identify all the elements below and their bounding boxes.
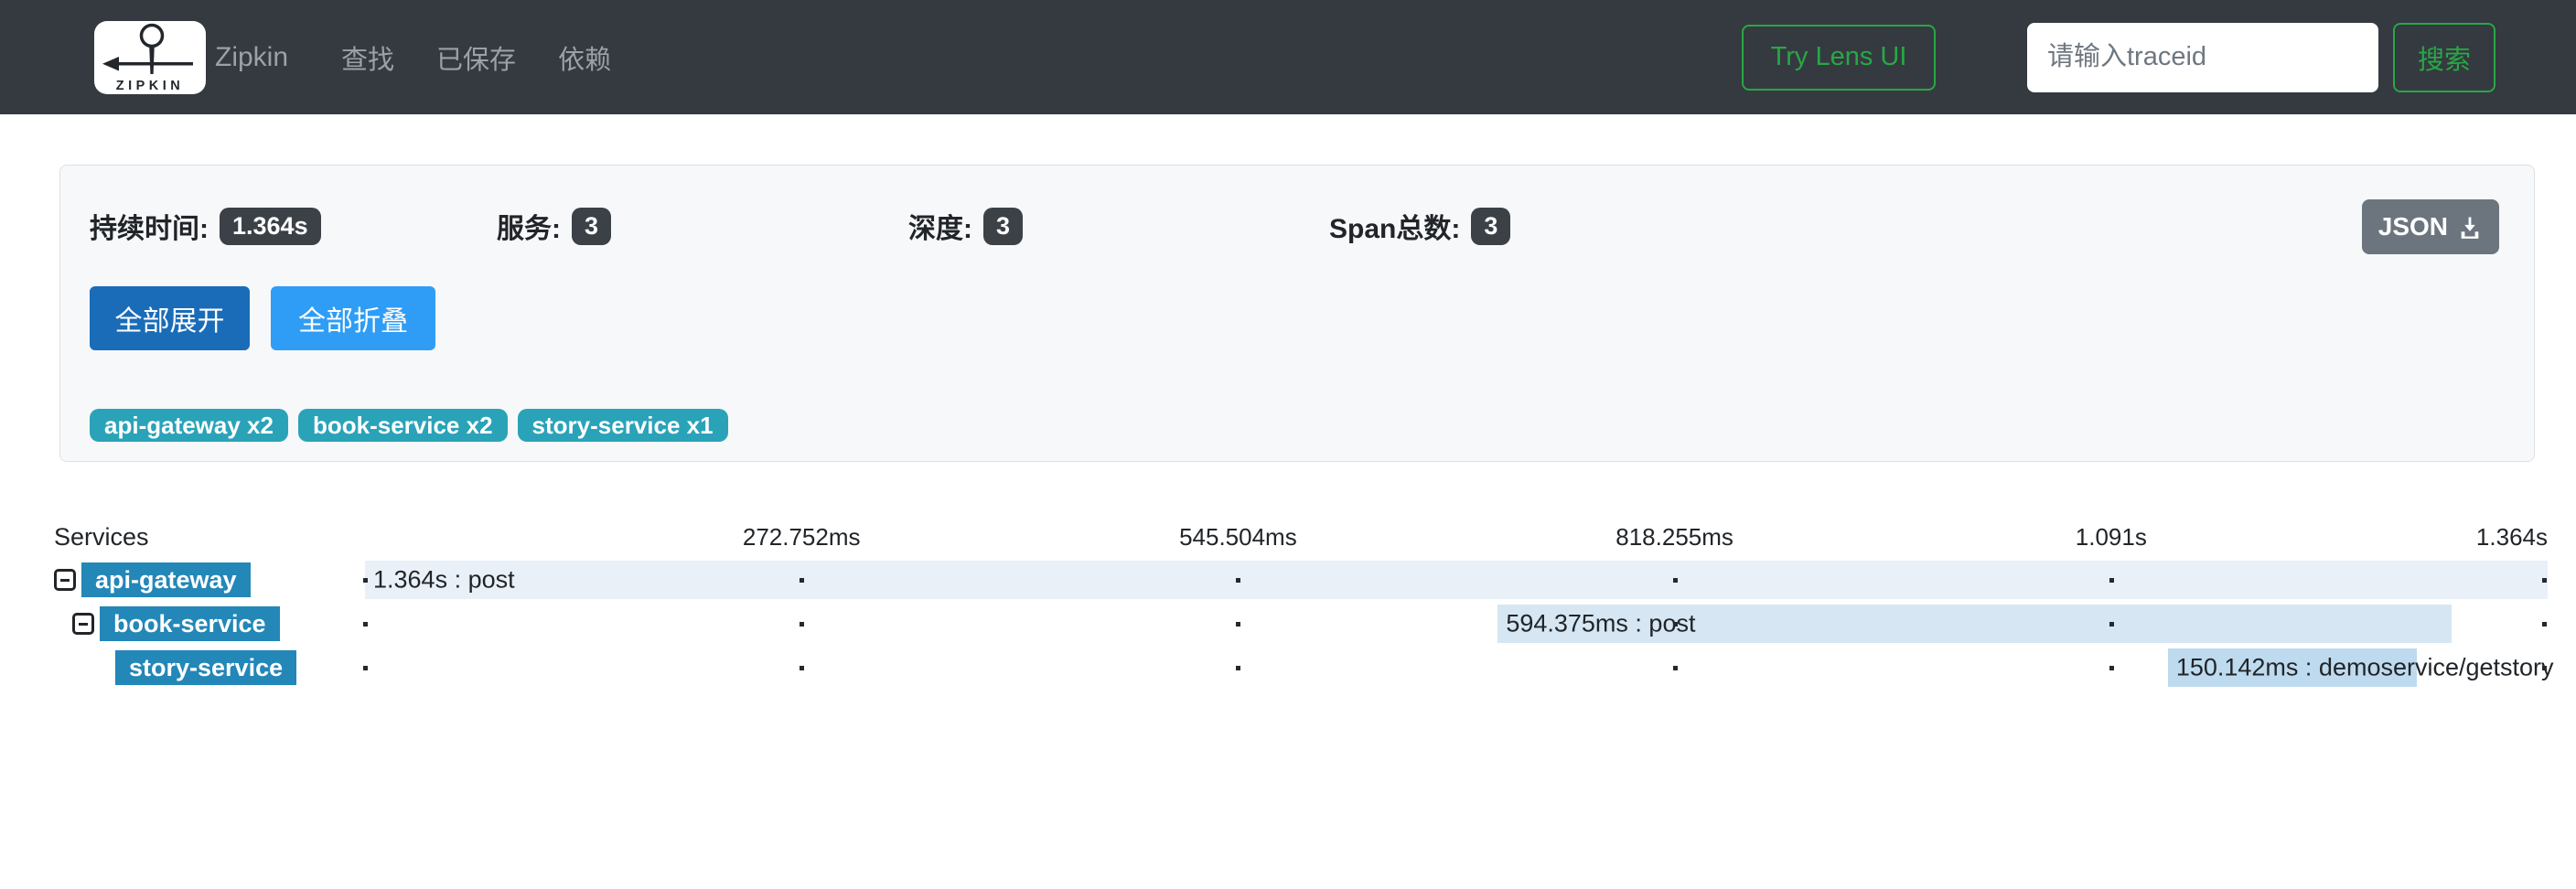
tick-dot xyxy=(2542,622,2547,627)
expand-collapse-actions: 全部展开 全部折叠 xyxy=(90,286,2499,350)
stat-services-label: 服务: xyxy=(497,206,561,246)
tick-dot xyxy=(800,622,804,627)
row-timeline: 1.364s : post xyxy=(365,561,2548,599)
trace-stats: 持续时间: 1.364s 服务: 3 深度: 3 Span总数: 3 xyxy=(90,198,2499,253)
service-chip-story-service[interactable]: story-service xyxy=(115,650,296,685)
tick-dot xyxy=(800,578,804,583)
stat-depth: 深度: 3 xyxy=(908,206,1329,246)
trace-timeline: Services 272.752ms 545.504ms 818.255ms 1… xyxy=(54,522,2548,687)
nav-links: 查找 已保存 依赖 xyxy=(341,38,611,77)
service-tag-api-gateway[interactable]: api-gateway x2 xyxy=(90,409,288,442)
tick-dot xyxy=(1673,578,1678,583)
service-tag-book-service[interactable]: book-service x2 xyxy=(298,409,508,442)
expand-all-button[interactable]: 全部展开 xyxy=(90,286,250,350)
stat-depth-value: 3 xyxy=(983,208,1023,245)
service-tag-story-service[interactable]: story-service x1 xyxy=(518,409,728,442)
tick-dot xyxy=(1673,622,1678,627)
json-download-button[interactable]: JSON xyxy=(2362,199,2499,254)
span-bar-label: 1.364s : post xyxy=(365,566,515,594)
tick-dot xyxy=(1236,622,1240,627)
tick-dot xyxy=(363,622,368,627)
navbar: ZIPKIN Zipkin 查找 已保存 依赖 Try Lens UI 搜索 xyxy=(0,0,2576,114)
span-row-book-service: book-service 594.375ms : post xyxy=(54,605,2548,643)
service-cell: api-gateway xyxy=(54,561,365,599)
json-button-label: JSON xyxy=(2378,212,2448,241)
span-bar-label: 594.375ms : post xyxy=(1497,610,1695,638)
tick-dot xyxy=(2109,622,2114,627)
tick-dot xyxy=(2109,578,2114,583)
tick-dot xyxy=(2109,666,2114,670)
zipkin-pin-icon: ZIPKIN xyxy=(94,21,206,94)
tick-label: 1.091s xyxy=(2076,523,2147,552)
stat-duration-label: 持续时间: xyxy=(90,206,209,246)
nav-item-find[interactable]: 查找 xyxy=(341,38,394,77)
service-chip-book-service[interactable]: book-service xyxy=(100,606,280,641)
stat-span-total-value: 3 xyxy=(1471,208,1510,245)
service-cell: story-service xyxy=(54,648,365,687)
row-timeline: 150.142ms : demoservice/getstory xyxy=(365,648,2548,687)
collapse-all-button[interactable]: 全部折叠 xyxy=(271,286,435,350)
brand-label[interactable]: Zipkin xyxy=(215,42,288,73)
nav-item-dependencies[interactable]: 依赖 xyxy=(558,38,611,77)
span-rows: api-gateway 1.364s : post book-service 5… xyxy=(54,561,2548,687)
services-column-header: Services xyxy=(54,523,365,552)
zipkin-logo[interactable]: ZIPKIN xyxy=(94,21,206,94)
stat-span-total: Span总数: 3 xyxy=(1329,206,1510,246)
tick-dot xyxy=(1673,666,1678,670)
span-bar[interactable] xyxy=(365,561,2548,599)
stat-span-total-label: Span总数: xyxy=(1329,206,1460,246)
service-chip-api-gateway[interactable]: api-gateway xyxy=(81,562,251,597)
logo-wordmark: ZIPKIN xyxy=(116,79,185,93)
navbar-right: Try Lens UI 搜索 xyxy=(1742,23,2496,92)
tick-dot xyxy=(363,578,368,583)
tick-dot xyxy=(800,666,804,670)
try-lens-ui-button[interactable]: Try Lens UI xyxy=(1742,25,1936,91)
stat-services: 服务: 3 xyxy=(497,206,908,246)
trace-summary-card: 持续时间: 1.364s 服务: 3 深度: 3 Span总数: 3 JSON … xyxy=(59,165,2535,462)
stat-duration-value: 1.364s xyxy=(220,208,321,245)
tick-label: 545.504ms xyxy=(1179,523,1297,552)
tick-label: 1.364s xyxy=(2476,523,2548,552)
tick-label: 272.752ms xyxy=(743,523,861,552)
span-row-story-service: story-service 150.142ms : demoservice/ge… xyxy=(54,648,2548,687)
tick-dot xyxy=(2542,578,2547,583)
tick-dot xyxy=(363,666,368,670)
tick-dot xyxy=(1236,666,1240,670)
row-timeline: 594.375ms : post xyxy=(365,605,2548,643)
service-cell: book-service xyxy=(54,605,365,643)
stat-services-value: 3 xyxy=(572,208,611,245)
service-tag-list: api-gateway x2 book-service x2 story-ser… xyxy=(90,409,2499,442)
span-bar-label: 150.142ms : demoservice/getstory xyxy=(2168,654,2554,682)
search-button[interactable]: 搜索 xyxy=(2393,23,2496,92)
timeline-ticks: 272.752ms 545.504ms 818.255ms 1.091s 1.3… xyxy=(365,522,2548,552)
nav-item-saved[interactable]: 已保存 xyxy=(436,38,516,77)
collapse-icon[interactable] xyxy=(72,613,94,635)
traceid-input[interactable] xyxy=(2027,23,2378,92)
stat-depth-label: 深度: xyxy=(908,206,972,246)
span-row-api-gateway: api-gateway 1.364s : post xyxy=(54,561,2548,599)
tick-label: 818.255ms xyxy=(1615,523,1733,552)
timeline-header: Services 272.752ms 545.504ms 818.255ms 1… xyxy=(54,522,2548,552)
tick-dot xyxy=(2542,666,2547,670)
stat-duration: 持续时间: 1.364s xyxy=(90,206,497,246)
collapse-icon[interactable] xyxy=(54,569,76,591)
tick-dot xyxy=(1236,578,1240,583)
download-icon xyxy=(2457,214,2483,240)
